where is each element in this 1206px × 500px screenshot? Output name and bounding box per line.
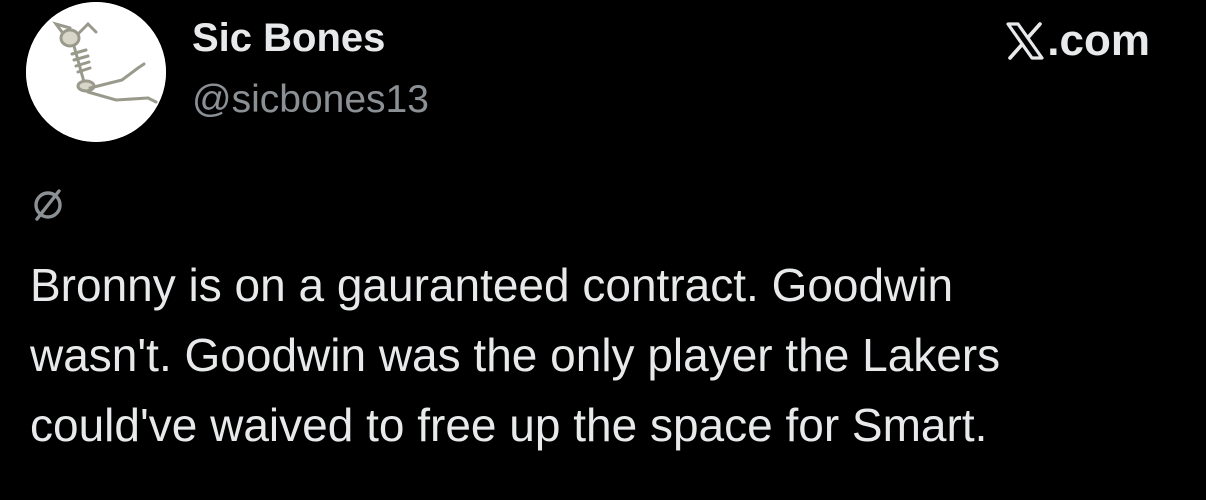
x-logo-icon	[1005, 21, 1045, 61]
x-com-link[interactable]: .com	[1005, 16, 1150, 66]
tweet-text-line: Bronny is on a gauranteed contract. Good…	[30, 259, 954, 311]
brand-label: .com	[1047, 16, 1150, 65]
user-handle[interactable]: @sicbones13	[192, 78, 429, 122]
avatar[interactable]	[26, 2, 166, 142]
empty-set-icon	[28, 184, 68, 224]
display-name[interactable]: Sic Bones	[192, 16, 385, 61]
tweet-text: Bronny is on a gauranteed contract. Good…	[30, 250, 1190, 460]
tweet-text-line: could've waived to free up the space for…	[30, 399, 988, 451]
skeleton-avatar-icon	[26, 2, 166, 142]
tweet-text-line: wasn't. Goodwin was the only player the …	[30, 329, 1001, 381]
